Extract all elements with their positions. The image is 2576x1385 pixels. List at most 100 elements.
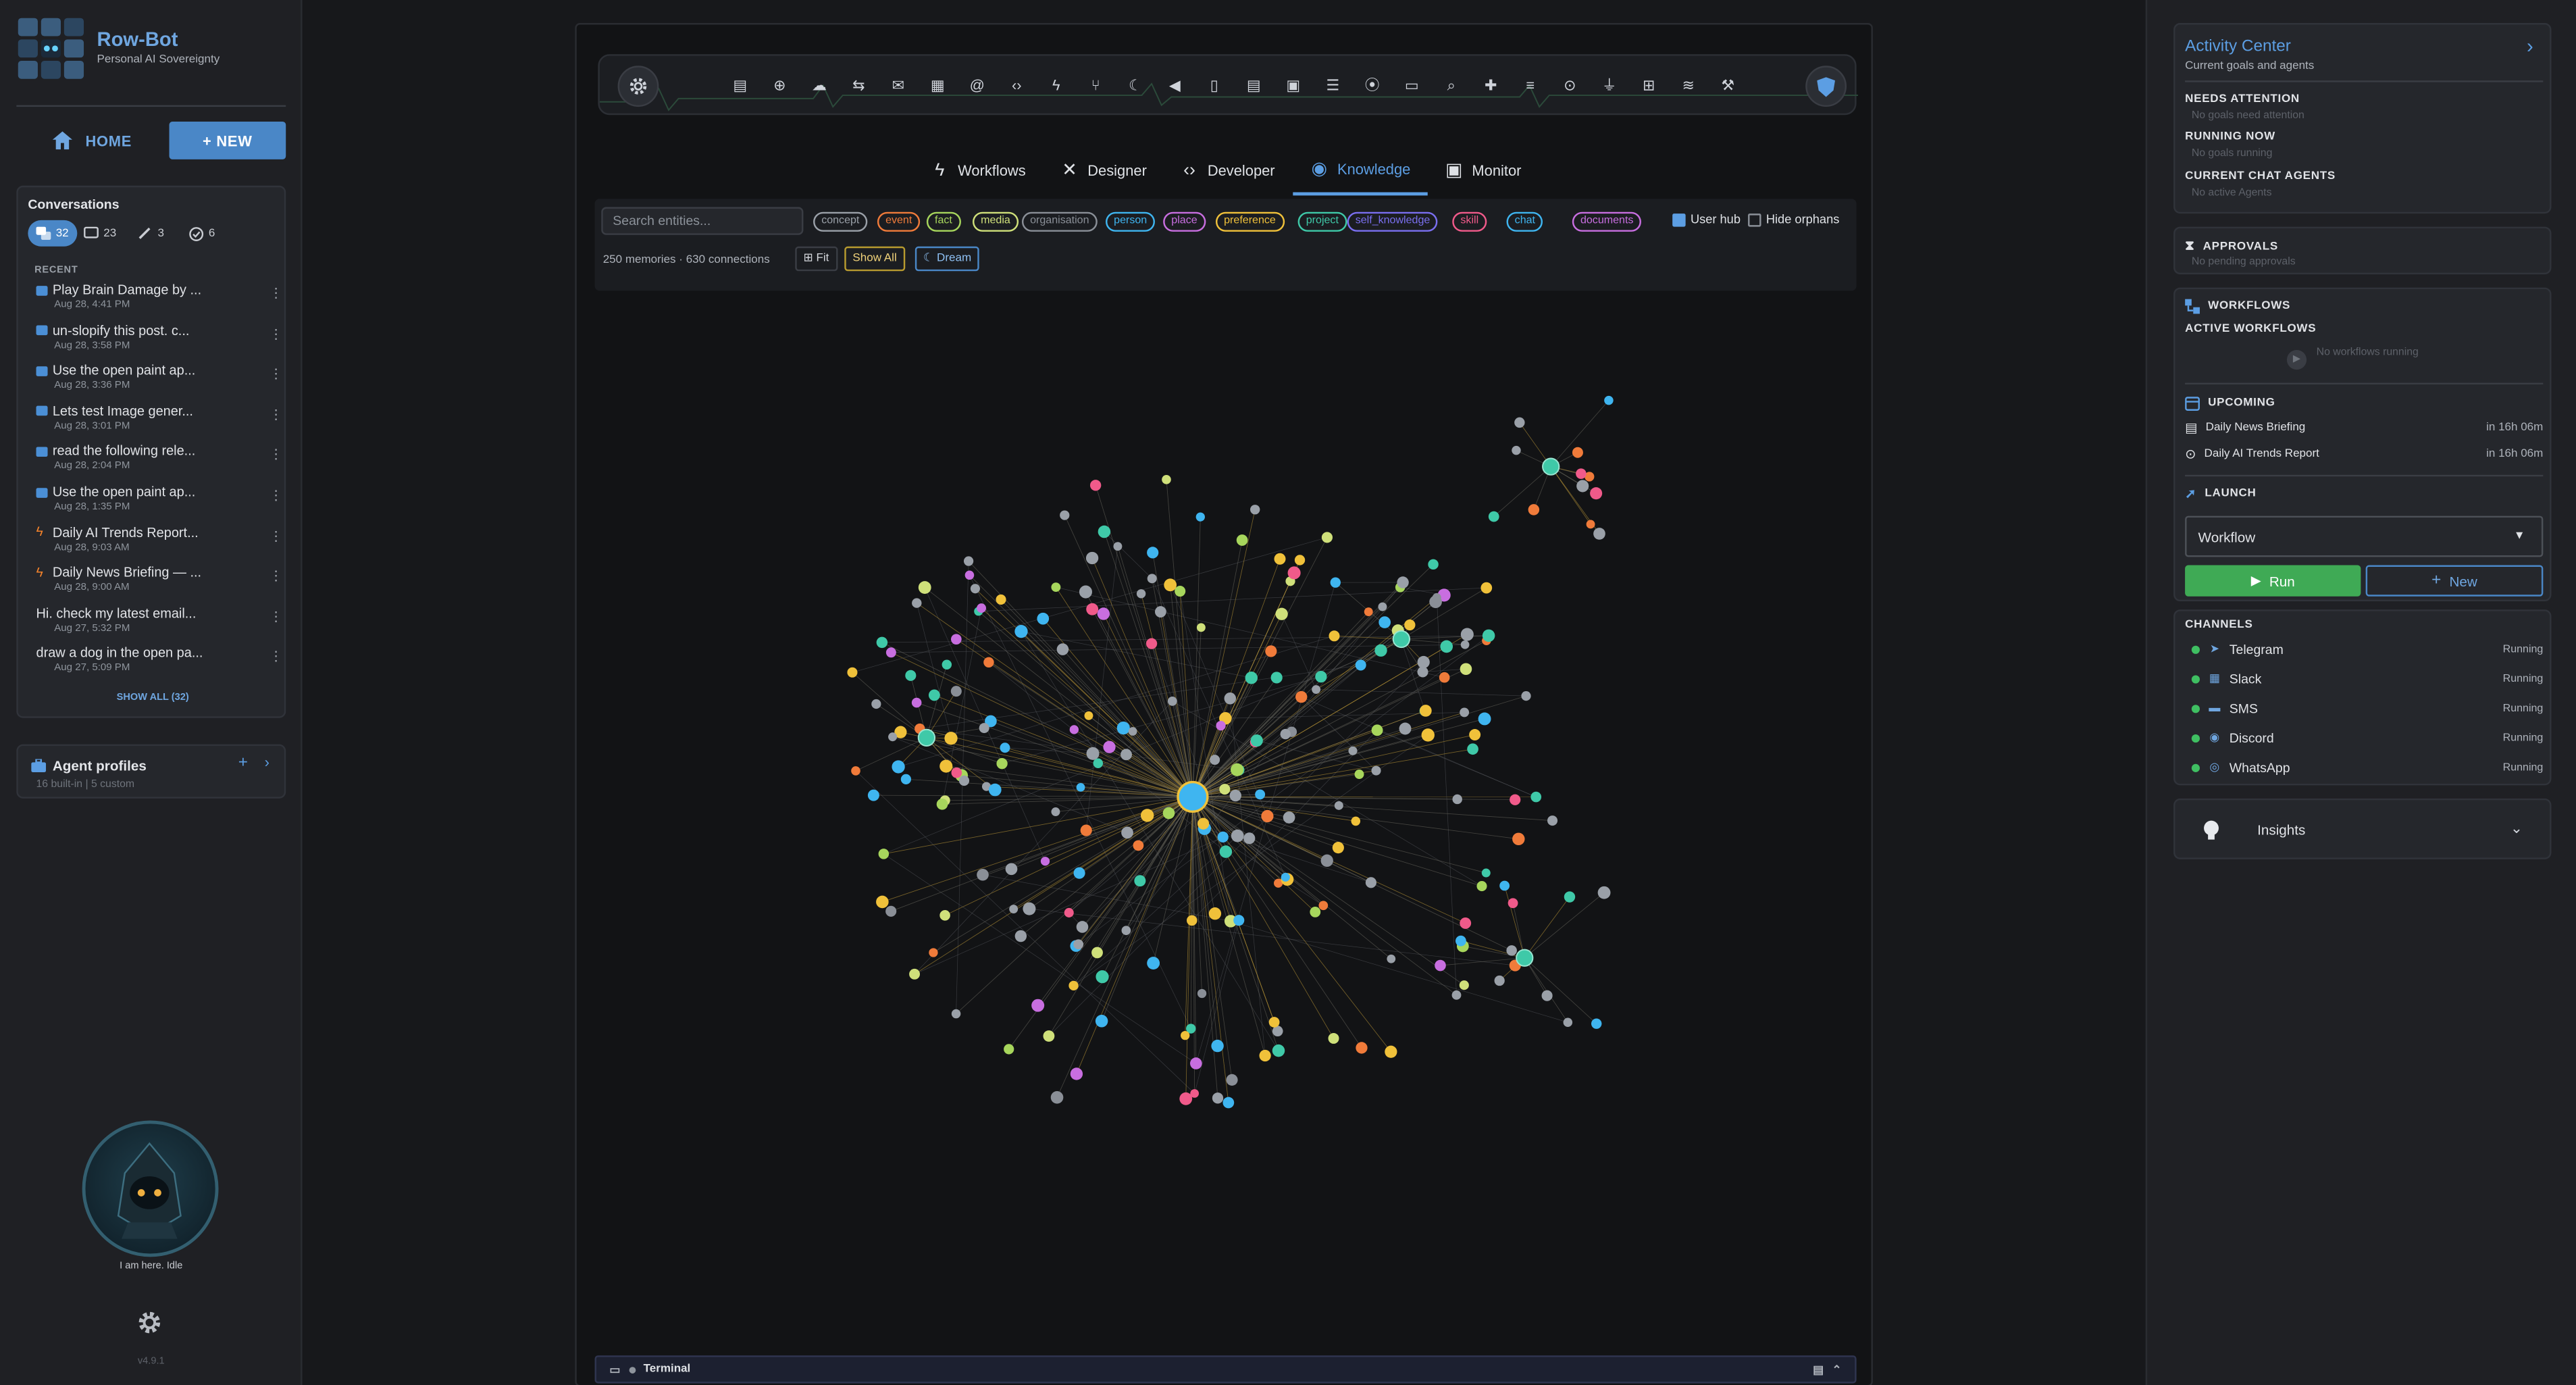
graph-node[interactable] (1310, 907, 1321, 917)
channel-row[interactable]: ◎ WhatsApp Running (2191, 757, 2543, 777)
graph-node[interactable] (885, 905, 897, 917)
graph-node[interactable] (1217, 831, 1229, 843)
chevron-right-icon[interactable]: › (2527, 34, 2533, 57)
cloud-icon[interactable]: ☁ (808, 76, 830, 97)
graph-node[interactable] (939, 759, 953, 773)
graph-node[interactable] (1476, 881, 1487, 892)
graph-node[interactable] (1270, 672, 1283, 684)
graph-node[interactable] (1060, 510, 1070, 520)
upcoming-item[interactable]: ⊙ Daily AI Trends Report in 16h 06m (2185, 447, 2543, 461)
graph-node[interactable] (1328, 1032, 1339, 1044)
graph-node[interactable] (1014, 624, 1028, 638)
graph-hub-node[interactable] (1516, 949, 1534, 967)
conversation-item[interactable]: ϟ Daily AI Trends Report... Aug 28, 9:03 A… (36, 525, 283, 561)
graph-node[interactable] (1222, 1097, 1235, 1109)
graph-node[interactable] (1069, 725, 1079, 734)
graph-node[interactable] (1499, 880, 1510, 891)
graph-node[interactable] (1272, 1044, 1285, 1057)
graph-node[interactable] (1597, 886, 1611, 899)
graph-node[interactable] (1219, 845, 1233, 858)
graph-node[interactable] (950, 634, 962, 645)
graph-node[interactable] (1351, 816, 1361, 826)
graph-node[interactable] (1374, 644, 1387, 657)
graph-node[interactable] (1216, 720, 1226, 731)
kebab-menu-icon[interactable]: ⋮ (269, 368, 282, 381)
home-button[interactable]: HOME (33, 122, 161, 159)
conversation-item[interactable]: Hi. check my latest email... Aug 27, 5:32… (36, 606, 283, 642)
graph-node[interactable] (1508, 898, 1518, 909)
graph-node[interactable] (1031, 999, 1045, 1012)
wifi-icon[interactable]: ≋ (1678, 76, 1699, 97)
graph-node[interactable] (1005, 863, 1018, 876)
graph-node[interactable] (936, 798, 948, 810)
graph-node[interactable] (1460, 628, 1474, 641)
hide-orphans-toggle[interactable]: Hide orphans (1748, 212, 1839, 227)
graph-node[interactable] (1365, 877, 1376, 888)
graph-node[interactable] (1255, 789, 1266, 800)
graph-node[interactable] (1315, 670, 1327, 683)
kebab-menu-icon[interactable]: ⋮ (269, 651, 282, 664)
graph-node[interactable] (1096, 970, 1109, 984)
graph-node[interactable] (1259, 1049, 1271, 1062)
graph-node[interactable] (1378, 602, 1387, 611)
graph-node[interactable] (1243, 832, 1256, 845)
mail-icon[interactable]: ✉ (887, 76, 909, 97)
graph-node[interactable] (1521, 691, 1531, 701)
graph-node[interactable] (1460, 917, 1472, 929)
graph-node[interactable] (1136, 589, 1146, 599)
graph-node[interactable] (1320, 854, 1333, 867)
graph-node[interactable] (928, 689, 940, 701)
graph-node[interactable] (1590, 487, 1603, 500)
user-hub-checkbox[interactable] (1672, 212, 1686, 226)
graph-node[interactable] (1233, 915, 1245, 926)
graph-node[interactable] (1197, 817, 1210, 830)
moon-icon[interactable]: ☾ (1125, 76, 1146, 97)
source-filter-chip[interactable]: documents (1572, 211, 1642, 232)
speaker-icon[interactable]: ◀ (1164, 76, 1185, 97)
kebab-menu-icon[interactable]: ⋮ (269, 286, 282, 301)
graph-node[interactable] (876, 895, 889, 909)
graph-node[interactable] (1121, 926, 1131, 936)
graph-node[interactable] (1179, 1092, 1193, 1105)
toolbar-shield-button[interactable] (1805, 66, 1847, 107)
graph-node[interactable] (1147, 574, 1157, 584)
graph-node[interactable] (1404, 619, 1416, 631)
graph-node[interactable] (1145, 638, 1158, 649)
graph-node[interactable] (867, 789, 879, 801)
graph-node[interactable] (1440, 640, 1453, 653)
graph-node[interactable] (983, 657, 994, 668)
graph-node[interactable] (942, 659, 952, 670)
list-icon[interactable]: ☰ (1322, 76, 1343, 97)
graph-node[interactable] (1435, 959, 1446, 972)
graph-node[interactable] (1231, 829, 1244, 842)
graph-node[interactable] (1089, 480, 1102, 491)
at-icon[interactable]: @ (967, 76, 988, 97)
graph-node[interactable] (1385, 1045, 1397, 1058)
entity-filter-chip[interactable]: organisation (1021, 211, 1098, 232)
filter-list-icon[interactable]: ≡ (1520, 76, 1541, 97)
graph-node[interactable] (1287, 566, 1301, 580)
run-button[interactable]: ▶ Run (2185, 565, 2361, 597)
graph-node[interactable] (1000, 742, 1010, 753)
graph-node[interactable] (977, 868, 989, 881)
graph-node[interactable] (1275, 607, 1288, 620)
graph-node[interactable] (1364, 607, 1373, 616)
graph-node[interactable] (1073, 867, 1085, 879)
link-icon[interactable]: ⇆ (848, 76, 869, 97)
chevron-right-icon[interactable]: › (265, 754, 269, 770)
graph-node[interactable] (905, 670, 917, 681)
graph-node[interactable] (1154, 606, 1166, 618)
graph-node[interactable] (1084, 711, 1093, 720)
entity-search-input[interactable] (601, 207, 804, 235)
tab-monitor[interactable]: ▣ Monitor (1444, 146, 1535, 195)
terminal-expand-icon[interactable]: ⌃ (1832, 1363, 1855, 1376)
graph-node[interactable] (1421, 728, 1435, 742)
graph-node[interactable] (1040, 857, 1050, 866)
graph-node[interactable] (1043, 1030, 1055, 1042)
graph-node[interactable] (963, 556, 974, 566)
conversation-item[interactable]: Use the open paint ap... Aug 28, 3:36 PM ⋮ (36, 363, 283, 399)
node-icon[interactable]: ⦿ (1362, 76, 1383, 97)
graph-node[interactable] (1459, 980, 1469, 990)
graph-node[interactable] (1076, 921, 1089, 933)
graph-node[interactable] (1190, 1057, 1202, 1069)
